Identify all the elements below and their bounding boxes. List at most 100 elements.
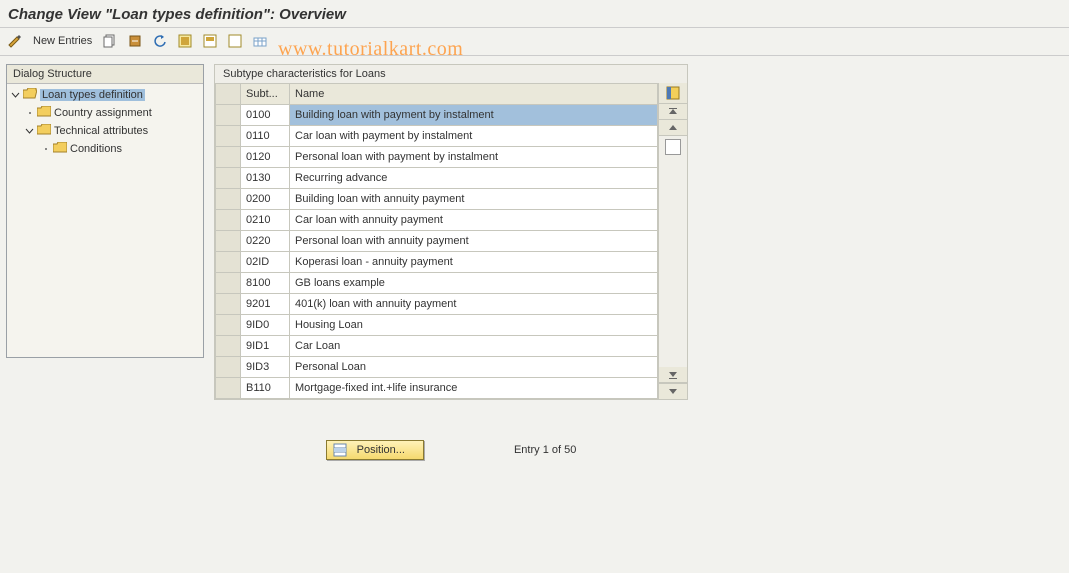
position-button[interactable]: Position... [326,440,424,460]
table-title: Subtype characteristics for Loans [214,64,688,83]
select-block-icon[interactable] [201,32,219,50]
cell-name[interactable]: Mortgage-fixed int.+life insurance [290,378,658,399]
scroll-track[interactable] [659,136,687,367]
row-handle[interactable] [216,189,241,210]
scroll-up-icon[interactable] [659,120,687,136]
cell-subtype[interactable]: 0200 [241,189,290,210]
cell-subtype[interactable]: 9201 [241,294,290,315]
expander-icon [41,145,50,154]
table-row: 0120Personal loan with payment by instal… [216,147,658,168]
configure-columns-icon[interactable] [659,83,687,104]
cell-subtype[interactable]: 0110 [241,126,290,147]
page-title: Change View "Loan types definition": Ove… [0,0,1069,27]
copy-icon[interactable] [101,32,119,50]
cell-subtype[interactable]: 0100 [241,105,290,126]
entry-counter: Entry 1 of 50 [514,444,576,456]
dialog-structure-tree: Dialog Structure Loan types definition Co… [6,64,204,358]
cell-subtype[interactable]: 9ID0 [241,315,290,336]
cell-name[interactable]: Building loan with payment by instalment [290,105,658,126]
table-row: B110Mortgage-fixed int.+life insurance [216,378,658,399]
undo-icon[interactable] [151,32,169,50]
cell-name[interactable]: Personal Loan [290,357,658,378]
tree-item-label: Loan types definition [40,89,145,101]
col-subtype[interactable]: Subt... [241,84,290,105]
cell-subtype[interactable]: 0130 [241,168,290,189]
position-button-label: Position... [357,444,405,456]
divider [0,27,1069,28]
scroll-down-icon[interactable] [659,383,687,399]
folder-icon [53,142,67,156]
cell-name[interactable]: Car loan with annuity payment [290,210,658,231]
new-entries-button[interactable]: New Entries [31,35,94,47]
row-handle[interactable] [216,105,241,126]
row-handle-header [216,84,241,105]
tree-item-country-assignment[interactable]: Country assignment [9,104,201,122]
row-handle[interactable] [216,357,241,378]
tree-item-loan-types-definition[interactable]: Loan types definition [9,86,201,104]
row-handle[interactable] [216,336,241,357]
table-row: 02IDKoperasi loan - annuity payment [216,252,658,273]
folder-icon [37,124,51,138]
table-row: 0210Car loan with annuity payment [216,210,658,231]
row-handle[interactable] [216,231,241,252]
cell-name[interactable]: Housing Loan [290,315,658,336]
cell-subtype[interactable]: B110 [241,378,290,399]
col-name[interactable]: Name [290,84,658,105]
row-handle[interactable] [216,147,241,168]
toolbar: New Entries [0,30,1069,56]
cell-subtype[interactable]: 0120 [241,147,290,168]
table-row: 9ID0Housing Loan [216,315,658,336]
deselect-all-icon[interactable] [226,32,244,50]
row-handle[interactable] [216,210,241,231]
toggle-edit-icon[interactable] [6,32,24,50]
row-handle[interactable] [216,252,241,273]
row-handle[interactable] [216,378,241,399]
cell-name[interactable]: Personal loan with annuity payment [290,231,658,252]
cell-name[interactable]: Koperasi loan - annuity payment [290,252,658,273]
expander-icon[interactable] [11,91,20,100]
cell-subtype[interactable]: 0210 [241,210,290,231]
subtype-panel: Subtype characteristics for Loans Subt..… [214,64,688,460]
table-row: 0100Building loan with payment by instal… [216,105,658,126]
scroll-top-icon[interactable] [659,104,687,120]
cell-subtype[interactable]: 8100 [241,273,290,294]
scroll-page-indicator[interactable] [665,139,681,155]
cell-name[interactable]: Personal loan with payment by instalment [290,147,658,168]
cell-name[interactable]: Car Loan [290,336,658,357]
table-settings-icon[interactable] [251,32,269,50]
cell-name[interactable]: 401(k) loan with annuity payment [290,294,658,315]
table-row: 9201401(k) loan with annuity payment [216,294,658,315]
row-handle[interactable] [216,126,241,147]
cell-name[interactable]: Building loan with annuity payment [290,189,658,210]
cell-name[interactable]: GB loans example [290,273,658,294]
row-handle[interactable] [216,315,241,336]
tree-item-conditions[interactable]: Conditions [9,140,201,158]
scroll-bottom-icon[interactable] [659,367,687,383]
tree-item-label: Conditions [70,143,122,155]
tree-item-label: Technical attributes [54,125,148,137]
row-handle[interactable] [216,273,241,294]
cell-name[interactable]: Recurring advance [290,168,658,189]
position-icon [333,443,347,457]
table-row: 9ID1Car Loan [216,336,658,357]
cell-name[interactable]: Car loan with payment by instalment [290,126,658,147]
folder-icon [37,106,51,120]
cell-subtype[interactable]: 9ID3 [241,357,290,378]
delete-icon[interactable] [126,32,144,50]
row-handle[interactable] [216,294,241,315]
row-handle[interactable] [216,168,241,189]
cell-subtype[interactable]: 9ID1 [241,336,290,357]
cell-subtype[interactable]: 02ID [241,252,290,273]
expander-icon[interactable] [25,127,34,136]
tree-header: Dialog Structure [7,65,203,84]
tree-item-technical-attributes[interactable]: Technical attributes [9,122,201,140]
table-row: 8100GB loans example [216,273,658,294]
subtype-table: Subt... Name 0100Building loan with paym… [215,83,658,399]
table-row: 0220Personal loan with annuity payment [216,231,658,252]
folder-open-icon [23,88,37,102]
table-row: 0130Recurring advance [216,168,658,189]
cell-subtype[interactable]: 0220 [241,231,290,252]
table-row: 0200Building loan with annuity payment [216,189,658,210]
select-all-icon[interactable] [176,32,194,50]
expander-icon [25,109,34,118]
